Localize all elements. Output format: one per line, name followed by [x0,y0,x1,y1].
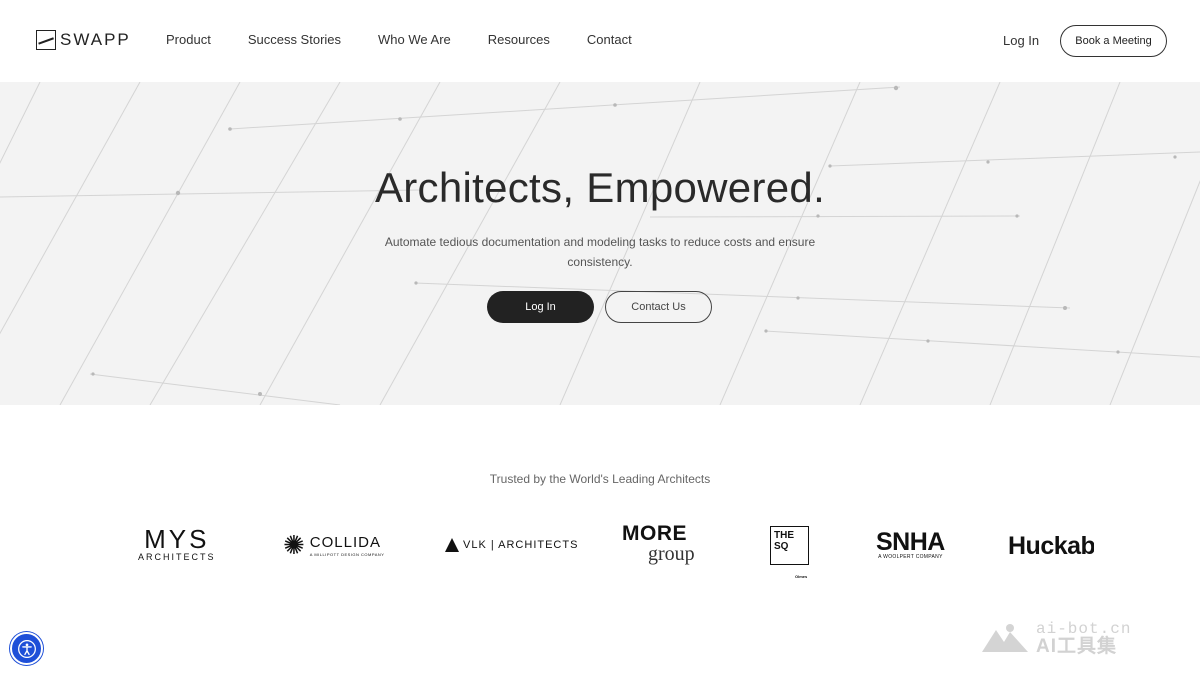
collida-star-icon: ✺ [283,530,305,560]
nav-contact[interactable]: Contact [587,32,632,47]
watermark-line2: AI工具集 [1036,636,1118,657]
hero-title: Architects, Empowered. [374,164,826,211]
vlk-logo-text: VLK | ARCHITECTS [463,539,579,551]
swapp-logo-icon [36,30,56,50]
snha-logo-main: SNHA [876,528,945,556]
thesq-logo-text: THE SQ [774,530,794,552]
accessibility-button[interactable] [10,632,43,665]
hero-login-button[interactable]: Log In [487,291,594,323]
huckabee-logo: Huckabee [1008,532,1094,560]
mys-architects-logo: MYS ARCHITECTS [138,526,216,562]
mys-logo-main: MYS [144,524,210,554]
mys-logo-sub: ARCHITECTS [138,552,216,562]
collida-logo: ✺ COLLIDA A MILLIPOTT DESIGN COMPANY [283,532,384,558]
nav-resources[interactable]: Resources [488,32,550,47]
hero-subtitle: Automate tedious documentation and model… [384,235,816,269]
more-logo-top: MORE [622,522,687,545]
collida-logo-text: COLLIDA [309,533,381,551]
header-login-link[interactable]: Log In [1003,33,1039,48]
the-sq-logo: THE SQ Olmes [770,526,809,579]
hero-contact-button[interactable]: Contact Us [605,291,712,323]
vlk-triangle-icon [445,538,459,552]
logo-text: SWAPP [60,30,131,49]
more-logo-bottom: group [648,543,695,565]
collida-logo-sub: A MILLIPOTT DESIGN COMPANY [309,551,385,557]
thesq-logo-sub: Olmes [795,574,808,579]
client-logos: MYS ARCHITECTS ✺ COLLIDA A MILLIPOTT DES… [0,520,1200,580]
snha-logo: SNHA A WOOLPERT COMPANY [876,528,945,561]
book-meeting-button[interactable]: Book a Meeting [1060,25,1167,57]
hero-section: Architects, Empowered. Automate tedious … [0,82,1200,405]
swapp-logo[interactable]: SWAPP [36,30,131,50]
main-nav: Product Success Stories Who We Are Resou… [166,32,669,47]
watermark: ai-bot.cn AI工具集 [980,620,1131,656]
watermark-logo-icon [982,624,1028,652]
nav-who-we-are[interactable]: Who We Are [378,32,451,47]
nav-product[interactable]: Product [166,32,211,47]
more-group-logo: MORE group [622,522,695,565]
vlk-architects-logo: VLK | ARCHITECTS [445,538,578,552]
trusted-heading: Trusted by the World's Leading Architect… [489,472,711,486]
snha-logo-sub: A WOOLPERT COMPANY [878,554,943,560]
accessibility-icon [17,639,36,658]
site-header: SWAPP Product Success Stories Who We Are… [0,0,1200,82]
nav-success-stories[interactable]: Success Stories [248,32,341,47]
